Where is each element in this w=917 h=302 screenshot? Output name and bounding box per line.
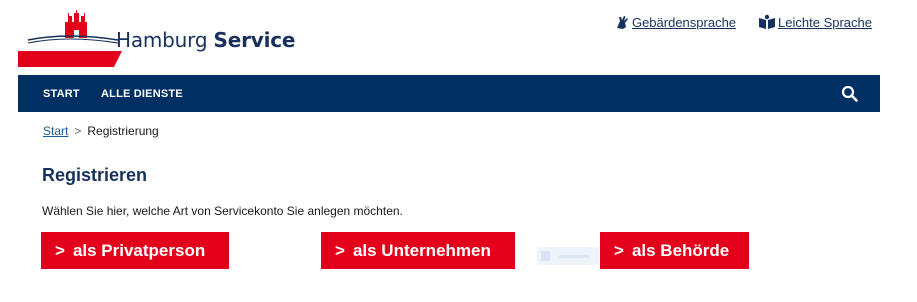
accessibility-links: Gebärdensprache Leichte Sprache: [614, 14, 872, 30]
easy-language-link[interactable]: Leichte Sprache: [758, 14, 872, 30]
page-title: Registrieren: [42, 165, 148, 185]
sign-language-link[interactable]: Gebärdensprache: [614, 14, 736, 30]
register-authority-button[interactable]: > als Behörde: [600, 232, 749, 269]
intro-text: Wählen Sie hier, welche Art von Servicek…: [42, 204, 403, 218]
breadcrumb-separator: >: [74, 124, 82, 138]
button-label: als Unternehmen: [352, 240, 491, 260]
sign-language-icon: [616, 16, 628, 29]
faded-placeholder-element: [537, 247, 599, 265]
chevron-right-icon: >: [335, 240, 345, 260]
search-icon: [841, 85, 858, 102]
register-private-person-button[interactable]: > als Privatperson: [41, 232, 229, 269]
breadcrumb-current: Registrierung: [87, 124, 159, 138]
nav-item-alle-dienste[interactable]: ALLE DIENSTE: [101, 88, 183, 100]
chevron-right-icon: >: [614, 240, 624, 260]
button-label: als Privatperson: [72, 240, 206, 260]
register-company-button[interactable]: > als Unternehmen: [321, 232, 515, 269]
chevron-right-icon: >: [55, 240, 65, 260]
hamburg-castle-logo-icon: [18, 10, 122, 67]
search-button[interactable]: [841, 85, 858, 107]
main-navigation: START ALLE DIENSTE: [18, 75, 880, 112]
easy-language-book-icon: [759, 14, 776, 29]
nav-item-start[interactable]: START: [43, 88, 80, 100]
button-label: als Behörde: [631, 240, 730, 260]
site-logo[interactable]: Hamburg Service: [18, 8, 295, 68]
brand-name: Hamburg Service: [116, 28, 296, 52]
breadcrumb: Start > Registrierung: [43, 124, 159, 138]
breadcrumb-start-link[interactable]: Start: [43, 124, 68, 138]
